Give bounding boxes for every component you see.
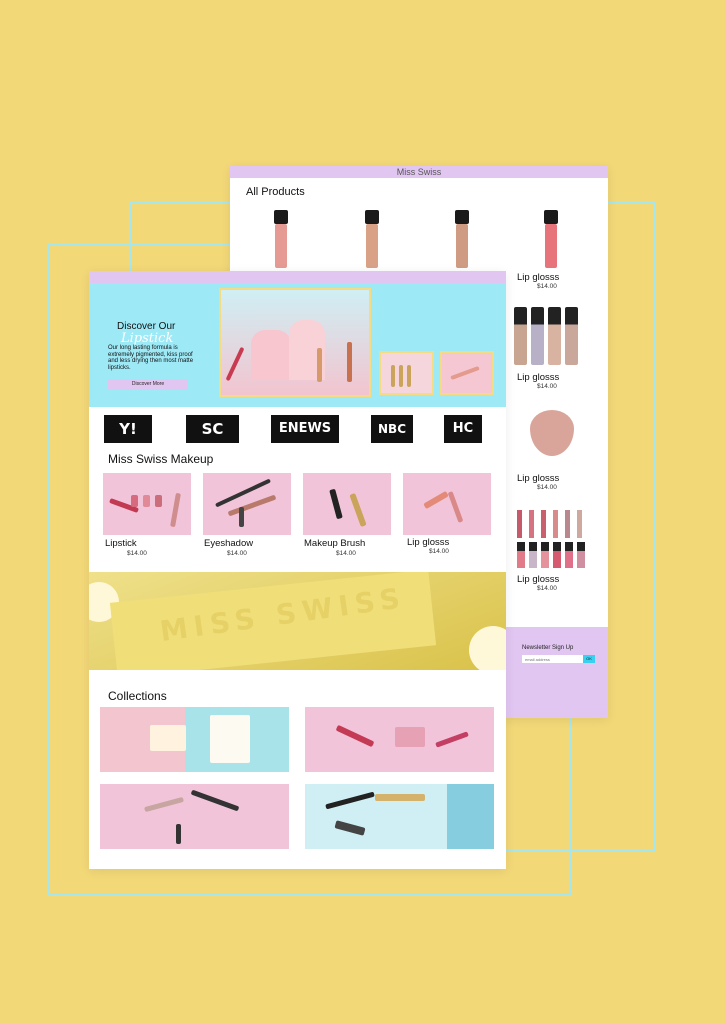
category-label[interactable]: Lipstick (105, 538, 137, 549)
hero-banner: Discover Our Lipstick Our long lasting f… (89, 283, 506, 407)
top-bar (89, 271, 506, 283)
category-label[interactable]: Eyeshadow (204, 538, 253, 549)
product-label: Lip glosss (517, 272, 560, 283)
category-eyeshadow-image[interactable] (203, 473, 291, 535)
enews-logo: ENEWS (271, 415, 339, 443)
product-price: $14.00 (537, 283, 557, 290)
category-price: $14.00 (336, 550, 356, 557)
newsletter-email-input[interactable] (522, 655, 590, 663)
nbc-logo: NBC (371, 415, 413, 443)
newsletter-submit-button[interactable]: OK (583, 655, 595, 663)
category-label[interactable]: Makeup Brush (304, 538, 365, 549)
hero-product-image (219, 288, 371, 397)
brand-banner-image: MISS SWISS (89, 572, 506, 670)
product-price: $14.00 (537, 484, 557, 491)
yahoo-logo: Y! (104, 415, 152, 443)
sc-logo: SC (186, 415, 239, 443)
product-label: Lip glosss (517, 574, 560, 585)
category-lipgloss-image[interactable] (403, 473, 491, 535)
newsletter-title: Newsletter Sign Up (522, 645, 574, 651)
collection-tile-2[interactable] (305, 707, 494, 772)
all-products-heading: All Products (246, 186, 305, 198)
product-price: $14.00 (537, 383, 557, 390)
product-price: $14.00 (537, 585, 557, 592)
hero-script-title: Lipstick (121, 331, 174, 346)
product-label: Lip glosss (517, 473, 560, 484)
home-page: Discover Our Lipstick Our long lasting f… (89, 271, 506, 869)
hero-thumb-1 (379, 351, 434, 395)
brand-bar[interactable]: Miss Swiss (230, 166, 608, 178)
product-gloss-set[interactable] (514, 307, 578, 365)
category-price: $14.00 (127, 550, 147, 557)
category-label[interactable]: Lip glosss (407, 537, 449, 548)
collections-heading: Collections (108, 689, 167, 703)
category-brush-image[interactable] (303, 473, 391, 535)
press-logos: Y! SC ENEWS NBC HC (89, 407, 506, 453)
category-price: $14.00 (227, 550, 247, 557)
collection-tile-3[interactable] (100, 784, 289, 849)
hc-logo: HC (444, 415, 482, 443)
category-lipstick-image[interactable] (103, 473, 191, 535)
product-lip-set[interactable] (517, 510, 593, 570)
hero-thumb-2 (440, 351, 494, 395)
hero-copy: Our long lasting formula is extremely pi… (108, 345, 194, 371)
flower-decoration (469, 626, 506, 670)
makeup-heading: Miss Swiss Makeup (108, 452, 214, 466)
category-price: $14.00 (429, 548, 449, 555)
discover-more-button[interactable]: Discover More (108, 379, 188, 390)
collection-tile-4[interactable] (305, 784, 494, 849)
collection-tile-1[interactable] (100, 707, 289, 772)
product-sponge[interactable] (530, 410, 574, 456)
product-label: Lip glosss (517, 372, 560, 383)
